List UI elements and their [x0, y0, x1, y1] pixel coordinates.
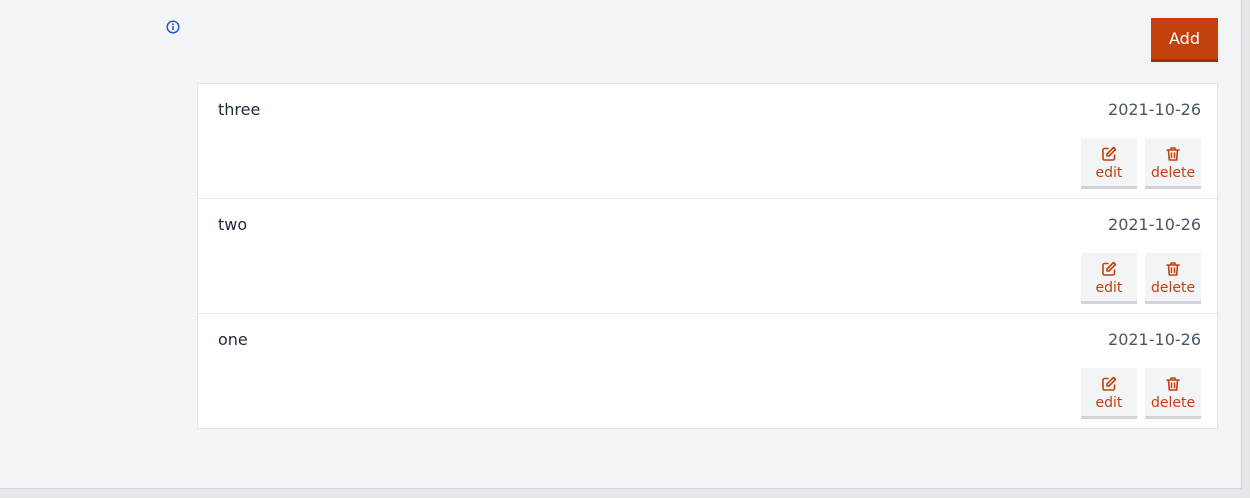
list-item: one 2021-10-26 edit delete: [198, 314, 1217, 429]
delete-button[interactable]: delete: [1145, 138, 1201, 189]
item-actions: edit delete: [1081, 368, 1201, 419]
item-date: 2021-10-26: [1108, 100, 1201, 119]
delete-button[interactable]: delete: [1145, 368, 1201, 419]
item-actions: edit delete: [1081, 138, 1201, 189]
edit-label: edit: [1095, 280, 1123, 296]
add-button[interactable]: Add: [1151, 18, 1218, 62]
delete-label: delete: [1150, 280, 1196, 296]
item-list: three 2021-10-26 edit delete two 2021-10…: [197, 83, 1218, 429]
edit-icon: [1102, 261, 1117, 276]
edit-button[interactable]: edit: [1081, 368, 1137, 419]
item-actions: edit delete: [1081, 253, 1201, 304]
main-panel: Add three 2021-10-26 edit delete two 202…: [0, 0, 1242, 489]
edit-icon: [1102, 376, 1117, 391]
edit-button[interactable]: edit: [1081, 138, 1137, 189]
trash-icon: [1166, 377, 1180, 391]
trash-icon: [1166, 147, 1180, 161]
item-date: 2021-10-26: [1108, 215, 1201, 234]
item-date: 2021-10-26: [1108, 330, 1201, 349]
info-icon[interactable]: [166, 20, 180, 34]
edit-button[interactable]: edit: [1081, 253, 1137, 304]
delete-label: delete: [1150, 395, 1196, 411]
item-name: one: [218, 330, 248, 349]
item-name: two: [218, 215, 248, 234]
list-item: three 2021-10-26 edit delete: [198, 84, 1217, 199]
edit-label: edit: [1095, 395, 1123, 411]
item-name: three: [218, 100, 261, 119]
edit-label: edit: [1095, 165, 1123, 181]
list-item: two 2021-10-26 edit delete: [198, 199, 1217, 314]
delete-label: delete: [1150, 165, 1196, 181]
edit-icon: [1102, 146, 1117, 161]
trash-icon: [1166, 262, 1180, 276]
delete-button[interactable]: delete: [1145, 253, 1201, 304]
